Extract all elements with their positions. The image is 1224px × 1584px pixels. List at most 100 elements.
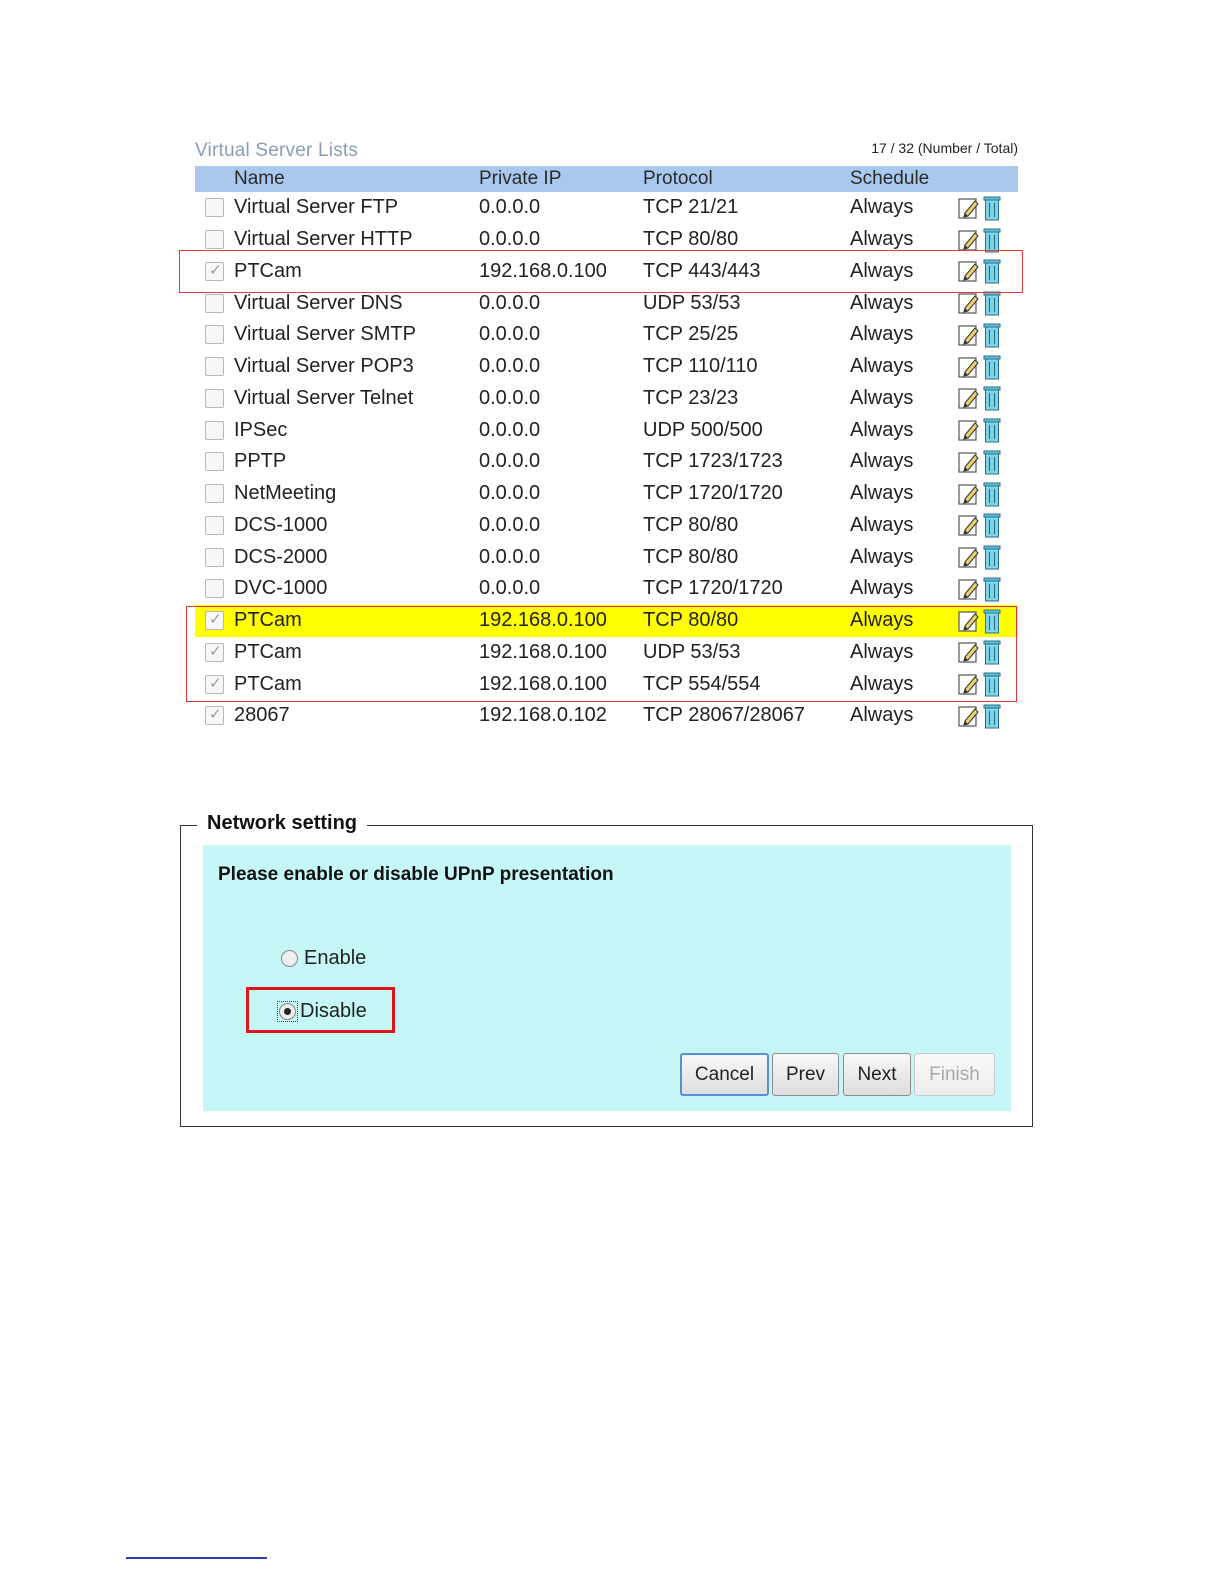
row-schedule: Always xyxy=(850,482,914,505)
row-checkbox[interactable] xyxy=(205,420,224,440)
row-checkbox[interactable] xyxy=(205,261,224,281)
delete-icon[interactable] xyxy=(982,512,1002,538)
delete-icon[interactable] xyxy=(982,449,1002,475)
edit-icon[interactable] xyxy=(958,513,980,537)
edit-icon[interactable] xyxy=(958,450,980,474)
row-checkbox[interactable] xyxy=(205,198,224,218)
prev-button[interactable]: Prev xyxy=(772,1053,839,1096)
row-check-cell xyxy=(195,579,234,599)
row-checkbox[interactable] xyxy=(205,325,224,345)
edit-icon[interactable] xyxy=(958,545,980,569)
row-checkbox[interactable] xyxy=(205,515,224,535)
disable-radio[interactable] xyxy=(279,1003,296,1020)
table-row: DCS-2000 0.0.0.0 TCP 80/80 Always xyxy=(195,541,1018,573)
row-checkbox[interactable] xyxy=(205,579,224,599)
edit-icon[interactable] xyxy=(958,386,980,410)
edit-icon[interactable] xyxy=(958,259,980,283)
column-schedule: Schedule xyxy=(850,168,930,189)
row-checkbox[interactable] xyxy=(205,674,224,694)
enable-radio[interactable] xyxy=(281,950,298,967)
row-name: Virtual Server FTP xyxy=(234,196,399,219)
row-protocol: TCP 21/21 xyxy=(643,196,739,219)
delete-icon[interactable] xyxy=(982,354,1002,380)
delete-icon[interactable] xyxy=(982,639,1002,665)
upnp-question: Please enable or disable UPnP presentati… xyxy=(218,864,614,885)
row-protocol: UDP 53/53 xyxy=(643,291,741,314)
edit-icon[interactable] xyxy=(958,704,980,728)
row-name: Virtual Server HTTP xyxy=(234,228,413,251)
edit-icon[interactable] xyxy=(958,640,980,664)
row-schedule: Always xyxy=(850,355,914,378)
delete-icon[interactable] xyxy=(982,703,1002,729)
row-protocol: UDP 500/500 xyxy=(643,418,763,441)
row-actions xyxy=(958,258,1018,284)
row-schedule: Always xyxy=(850,513,914,536)
row-schedule: Always xyxy=(850,672,914,695)
row-actions xyxy=(958,290,1018,316)
row-name: NetMeeting xyxy=(234,482,337,505)
edit-icon[interactable] xyxy=(958,577,980,601)
column-private-ip: Private IP xyxy=(479,168,562,189)
network-setting-legend: Network setting xyxy=(197,812,368,835)
next-button[interactable]: Next xyxy=(843,1053,911,1096)
delete-icon[interactable] xyxy=(982,385,1002,411)
delete-icon[interactable] xyxy=(982,227,1002,253)
table-row: Virtual Server HTTP 0.0.0.0 TCP 80/80 Alway… xyxy=(195,224,1018,256)
row-checkbox[interactable] xyxy=(205,230,224,250)
row-check-cell xyxy=(195,610,234,631)
row-private-ip: 0.0.0.0 xyxy=(479,577,541,600)
row-checkbox[interactable] xyxy=(205,357,224,377)
edit-icon[interactable] xyxy=(958,228,980,252)
delete-icon[interactable] xyxy=(982,608,1002,634)
enable-option[interactable]: Enable xyxy=(281,947,366,970)
row-checkbox[interactable] xyxy=(205,452,224,472)
delete-icon[interactable] xyxy=(982,481,1002,507)
edit-icon[interactable] xyxy=(958,323,980,347)
edit-icon[interactable] xyxy=(958,482,980,506)
delete-icon[interactable] xyxy=(982,195,1002,221)
row-check-cell xyxy=(195,293,234,313)
row-protocol: TCP 1723/1723 xyxy=(643,450,783,473)
row-private-ip: 0.0.0.0 xyxy=(479,545,541,568)
disable-option[interactable]: Disable xyxy=(277,1000,367,1023)
table-row: IPSec 0.0.0.0 UDP 500/500 Always xyxy=(195,414,1018,446)
delete-icon[interactable] xyxy=(982,322,1002,348)
delete-icon[interactable] xyxy=(982,576,1002,602)
edit-icon[interactable] xyxy=(958,196,980,220)
row-check-cell xyxy=(195,325,234,345)
cancel-button[interactable]: Cancel xyxy=(680,1053,769,1096)
delete-icon[interactable] xyxy=(982,417,1002,443)
row-checkbox[interactable] xyxy=(205,293,224,313)
edit-icon[interactable] xyxy=(958,609,980,633)
row-checkbox[interactable] xyxy=(205,388,224,408)
table-row: NetMeeting 0.0.0.0 TCP 1720/1720 Always xyxy=(195,478,1018,510)
row-actions xyxy=(958,639,1018,665)
row-check-cell xyxy=(195,357,234,377)
row-checkbox[interactable] xyxy=(205,642,224,662)
row-name: PTCam xyxy=(234,259,302,282)
edit-icon[interactable] xyxy=(958,355,980,379)
delete-icon[interactable] xyxy=(982,290,1002,316)
row-name: DVC-1000 xyxy=(234,577,328,600)
row-name: PTCam xyxy=(234,672,302,695)
row-private-ip: 0.0.0.0 xyxy=(479,450,541,473)
edit-icon[interactable] xyxy=(958,291,980,315)
delete-icon[interactable] xyxy=(982,671,1002,697)
delete-icon[interactable] xyxy=(982,544,1002,570)
row-check-cell xyxy=(195,642,234,662)
row-checkbox[interactable] xyxy=(205,610,224,631)
row-check-cell xyxy=(195,674,234,694)
row-protocol: TCP 25/25 xyxy=(643,323,739,346)
row-schedule: Always xyxy=(850,259,914,282)
row-schedule: Always xyxy=(850,291,914,314)
edit-icon[interactable] xyxy=(958,672,980,696)
row-schedule: Always xyxy=(850,228,914,251)
row-checkbox[interactable] xyxy=(205,705,224,726)
row-checkbox[interactable] xyxy=(205,547,224,567)
edit-icon[interactable] xyxy=(958,418,980,442)
table-row: DCS-1000 0.0.0.0 TCP 80/80 Always xyxy=(195,510,1018,542)
delete-icon[interactable] xyxy=(982,258,1002,284)
column-protocol: Protocol xyxy=(643,168,713,189)
row-checkbox[interactable] xyxy=(205,484,224,504)
row-name: PTCam xyxy=(234,609,302,632)
